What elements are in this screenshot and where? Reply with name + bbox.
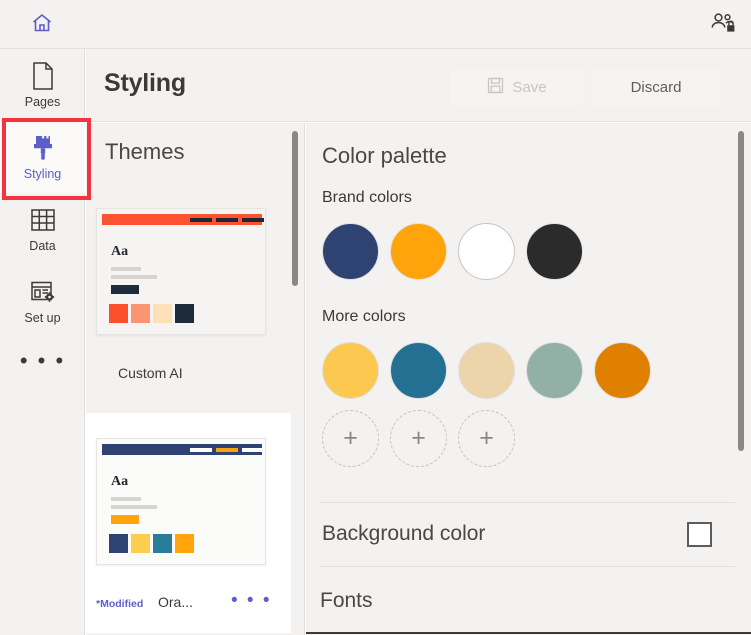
theme-chip xyxy=(153,304,172,323)
styling-options-panel: Color palette Brand colors More colors +… xyxy=(306,123,751,635)
home-button[interactable] xyxy=(20,8,64,42)
styling-options-scrollbar[interactable] xyxy=(735,123,747,635)
people-lock-icon xyxy=(710,12,736,39)
theme-preview-sample-text: Aa xyxy=(111,474,129,489)
theme-preview-line xyxy=(111,505,157,509)
theme-chip xyxy=(175,304,194,323)
brand-color-swatch[interactable] xyxy=(322,223,379,280)
sidebar-item-label: Styling xyxy=(23,167,62,181)
sidebar-item-setup[interactable]: Set up xyxy=(0,265,85,337)
theme-preview-nav-item xyxy=(216,217,238,222)
share-permissions-button[interactable] xyxy=(703,8,743,42)
color-palette-title: Color palette xyxy=(322,143,447,168)
theme-chip xyxy=(109,534,128,553)
more-colors-row xyxy=(322,342,751,399)
styling-options-scrollbar-thumb[interactable] xyxy=(738,131,744,451)
theme-preview-line xyxy=(111,275,157,279)
themes-scrollbar[interactable] xyxy=(289,123,301,635)
plus-icon: + xyxy=(411,424,426,452)
modified-badge: *Modified xyxy=(96,598,144,610)
section-divider xyxy=(320,566,735,567)
sidebar-item-styling[interactable]: Styling xyxy=(0,121,85,193)
page-icon xyxy=(30,61,56,91)
more-colors-label: More colors xyxy=(322,308,406,325)
theme-preview: Aa xyxy=(96,208,266,335)
add-color-button[interactable]: + xyxy=(390,410,447,467)
background-color-swatch[interactable] xyxy=(687,521,712,547)
add-color-button[interactable]: + xyxy=(322,410,379,467)
discard-button[interactable]: Discard xyxy=(591,69,721,106)
theme-preview-button xyxy=(111,515,139,524)
save-button[interactable]: Save xyxy=(451,69,583,106)
brand-colors-label: Brand colors xyxy=(322,189,412,206)
more-color-swatch[interactable] xyxy=(458,342,515,399)
paintbrush-icon xyxy=(29,133,57,163)
fonts-section-title: Fonts xyxy=(320,589,373,612)
background-color-row[interactable]: Background color xyxy=(306,503,751,565)
brand-color-swatch[interactable] xyxy=(458,223,515,280)
brand-colors-row xyxy=(322,223,751,280)
top-bar xyxy=(0,0,751,49)
sidebar-item-label: Data xyxy=(29,239,56,253)
theme-card-label: Custom AI xyxy=(118,365,183,381)
theme-preview-line xyxy=(111,497,141,501)
save-floppy-icon xyxy=(487,77,504,98)
table-icon xyxy=(29,205,57,235)
theme-preview-chips xyxy=(109,304,194,323)
theme-preview-line xyxy=(111,267,141,271)
theme-preview-nav-item xyxy=(242,447,264,452)
theme-preview-nav-item xyxy=(190,447,212,452)
page-header: Styling Save Discard xyxy=(86,49,751,122)
more-color-swatch[interactable] xyxy=(322,342,379,399)
theme-card-orange[interactable]: Aa *Modified Ora... • • • xyxy=(86,413,291,633)
more-color-swatch[interactable] xyxy=(594,342,651,399)
color-palette-section: Color palette Brand colors More colors +… xyxy=(306,123,751,467)
sidebar-item-label: Set up xyxy=(24,311,61,325)
themes-scrollbar-thumb[interactable] xyxy=(292,131,298,286)
setup-gear-icon xyxy=(29,277,57,307)
theme-card-label: Ora... xyxy=(158,594,194,610)
theme-preview-sample-text: Aa xyxy=(111,244,129,259)
left-nav-rail: Pages Styling Data Set up • • • xyxy=(0,49,85,635)
home-icon xyxy=(30,11,54,40)
add-color-button[interactable]: + xyxy=(458,410,515,467)
theme-chip xyxy=(131,304,150,323)
sidebar-overflow-button[interactable]: • • • xyxy=(0,337,85,385)
theme-chip xyxy=(153,534,172,553)
theme-preview-button xyxy=(111,285,139,294)
theme-preview-chips xyxy=(109,534,194,553)
plus-icon: + xyxy=(343,424,358,452)
more-color-swatch[interactable] xyxy=(390,342,447,399)
plus-icon: + xyxy=(479,424,494,452)
theme-card-meta: *Modified Ora... • • • xyxy=(86,590,291,618)
themes-title: Themes xyxy=(105,139,185,164)
theme-chip xyxy=(175,534,194,553)
theme-preview-nav-item xyxy=(216,447,238,452)
sidebar-item-data[interactable]: Data xyxy=(0,193,85,265)
background-color-label: Background color xyxy=(322,522,486,545)
page-title: Styling xyxy=(104,69,186,97)
theme-chip xyxy=(131,534,150,553)
more-color-swatch[interactable] xyxy=(526,342,583,399)
brand-color-swatch[interactable] xyxy=(526,223,583,280)
styling-editor-window: Pages Styling Data Set up • • • Styling … xyxy=(0,0,751,635)
theme-card-overflow-button[interactable]: • • • xyxy=(231,590,272,612)
theme-chip xyxy=(109,304,128,323)
theme-card-custom-ai[interactable]: Aa Custom AI xyxy=(86,208,291,393)
sidebar-item-label: Pages xyxy=(24,95,61,109)
themes-panel: Themes Aa Custom AI Aa *Modified Ora... … xyxy=(86,123,305,635)
theme-preview-topbar xyxy=(102,444,264,455)
sidebar-item-pages[interactable]: Pages xyxy=(0,49,85,121)
bottom-rule xyxy=(306,632,751,634)
save-button-label: Save xyxy=(512,79,547,96)
discard-button-label: Discard xyxy=(630,79,682,96)
add-color-row: + + + xyxy=(322,410,751,467)
brand-color-swatch[interactable] xyxy=(390,223,447,280)
theme-preview-topbar xyxy=(102,214,264,225)
theme-preview-nav-item xyxy=(190,217,212,222)
theme-preview: Aa xyxy=(96,438,266,565)
theme-preview-nav-item xyxy=(242,217,264,222)
